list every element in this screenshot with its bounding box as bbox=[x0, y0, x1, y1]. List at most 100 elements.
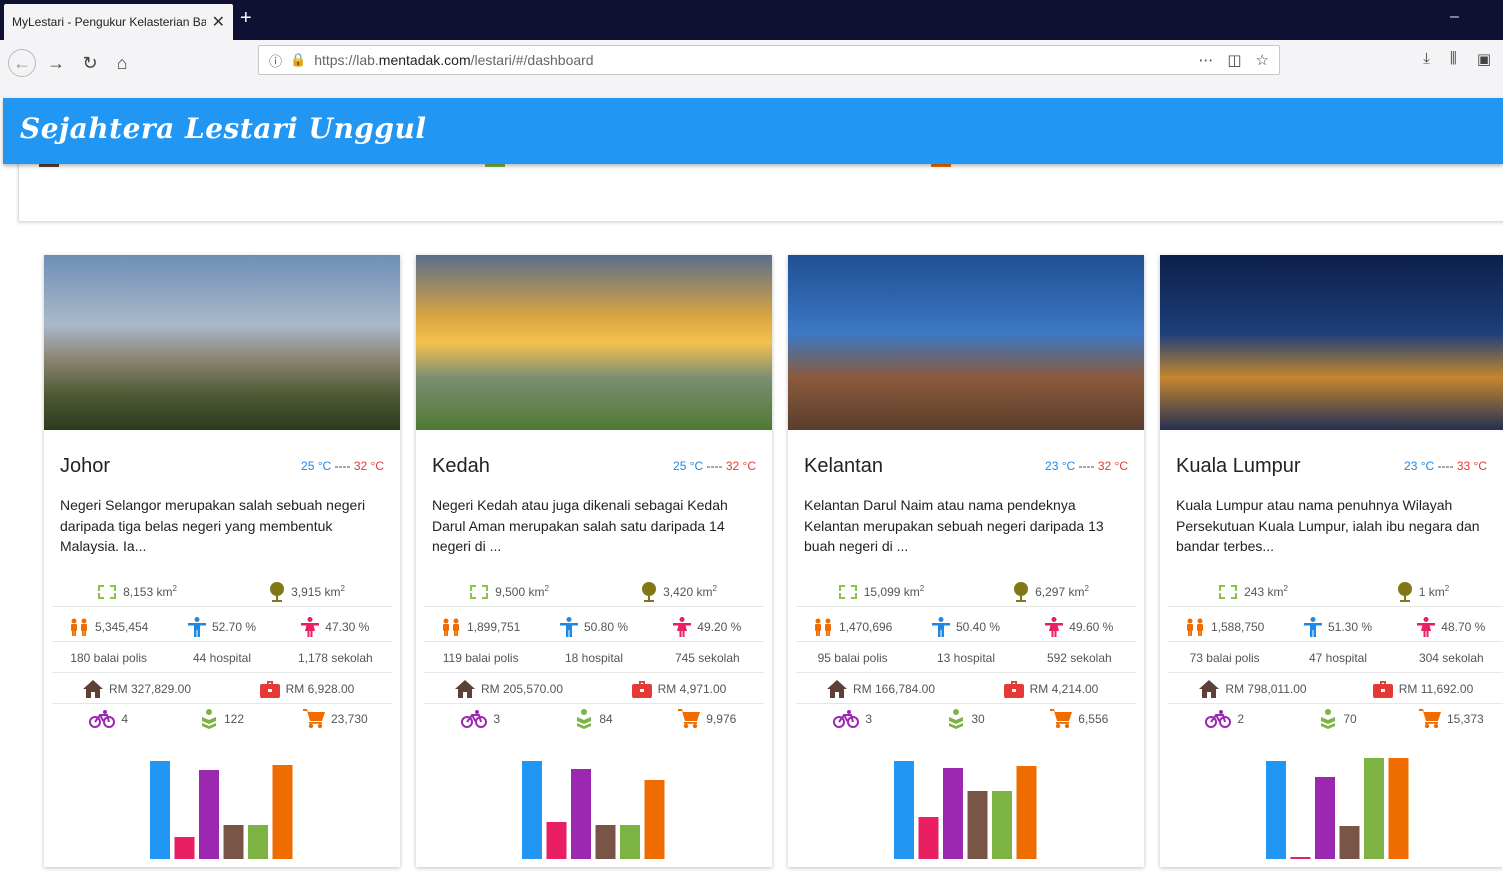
people-icon bbox=[1185, 618, 1205, 636]
female-stat: 49.60 % bbox=[1023, 616, 1136, 637]
temp-min: 25 °C bbox=[673, 459, 704, 473]
female-icon bbox=[673, 616, 692, 637]
expand-icon bbox=[838, 584, 858, 600]
house-price-stat: RM 205,570.00 bbox=[424, 679, 594, 698]
minimize-icon[interactable]: – bbox=[1450, 8, 1459, 26]
female-icon bbox=[301, 616, 320, 637]
stats-row-area: 243 km2 1 km2 bbox=[1168, 577, 1503, 607]
stats-row-facilities: 180 balai polis 44 hospital 1,178 sekola… bbox=[52, 643, 392, 673]
temperature-range: 23 °C ---- 33 °C bbox=[1404, 459, 1487, 473]
park-stat: 30 bbox=[909, 709, 1022, 729]
hospital-stat: 47 hospital bbox=[1308, 650, 1368, 665]
stats-row-population: 1,899,751 50.80 % 49.20 % bbox=[424, 612, 764, 642]
state-card[interactable]: Johor 25 °C ---- 32 °C Negeri Selangor m… bbox=[44, 255, 400, 867]
back-icon[interactable]: ← bbox=[8, 49, 36, 77]
school-stat: 304 sekolah bbox=[1418, 650, 1484, 665]
area-stat: 8,153 km2 bbox=[52, 584, 222, 600]
chart-bar bbox=[992, 791, 1012, 859]
new-tab-icon[interactable]: + bbox=[240, 7, 252, 30]
bookmark-star-icon[interactable]: ☆ bbox=[1256, 51, 1269, 69]
state-photo bbox=[788, 255, 1144, 430]
population-stat: 1,588,750 bbox=[1168, 618, 1281, 636]
expand-icon bbox=[1218, 584, 1238, 600]
chart-bar bbox=[1388, 758, 1409, 859]
income-stat: RM 4,971.00 bbox=[594, 680, 764, 698]
cart-icon bbox=[1418, 709, 1441, 729]
state-bar-chart bbox=[894, 761, 1037, 859]
male-icon bbox=[187, 616, 206, 637]
school-stat: 592 sekolah bbox=[1046, 650, 1112, 665]
forest-stat: 1 km2 bbox=[1338, 581, 1503, 602]
temp-separator: ---- bbox=[1437, 459, 1454, 473]
info-icon[interactable]: ⓘ bbox=[269, 51, 282, 70]
home-icon bbox=[82, 679, 103, 698]
briefcase-icon bbox=[1003, 680, 1024, 698]
population-stat: 1,470,696 bbox=[796, 618, 909, 636]
bike-stat: 4 bbox=[52, 710, 165, 728]
stats-row-area: 8,153 km2 3,915 km2 bbox=[52, 577, 392, 607]
male-stat: 50.40 % bbox=[909, 616, 1022, 637]
url-text[interactable]: https://lab.mentadak.com/lestari/#/dashb… bbox=[314, 52, 593, 68]
people-icon bbox=[813, 618, 833, 636]
state-card[interactable]: Kuala Lumpur 23 °C ---- 33 °C Kuala Lump… bbox=[1160, 255, 1503, 867]
nature-people-icon bbox=[200, 709, 218, 729]
state-bar-chart bbox=[1266, 758, 1409, 859]
shop-stat: 23,730 bbox=[279, 709, 392, 729]
chart-bar bbox=[967, 791, 988, 859]
stats-row-area: 9,500 km2 3,420 km2 bbox=[424, 577, 764, 607]
temp-max: 32 °C bbox=[353, 459, 384, 473]
temp-max: 32 °C bbox=[725, 459, 756, 473]
briefcase-icon bbox=[1372, 680, 1393, 698]
state-description: Negeri Kedah atau juga dikenali sebagai … bbox=[432, 497, 728, 554]
browser-tab[interactable]: MyLestari - Pengukur Kelasterian Ba ✕ bbox=[4, 4, 233, 40]
downloads-icon[interactable]: ⤓ bbox=[1423, 50, 1430, 68]
school-stat: 745 sekolah bbox=[674, 650, 740, 665]
stats-row-population: 5,345,454 52.70 % 47.30 % bbox=[52, 612, 392, 642]
bicycle-icon bbox=[833, 710, 860, 728]
hospital-stat: 13 hospital bbox=[936, 650, 996, 665]
state-name: Kuala Lumpur bbox=[1176, 455, 1301, 477]
temp-min: 25 °C bbox=[301, 459, 332, 473]
shop-stat: 15,373 bbox=[1395, 709, 1503, 729]
stats-row-amenities: 4 122 23,730 bbox=[52, 704, 392, 734]
stats-row-amenities: 3 84 9,976 bbox=[424, 704, 764, 734]
chart-bar bbox=[894, 761, 914, 859]
stats-row-area: 15,099 km2 6,297 km2 bbox=[796, 577, 1136, 607]
state-bar-chart bbox=[150, 761, 293, 859]
state-name: Johor bbox=[60, 455, 111, 477]
chart-bar bbox=[595, 825, 616, 859]
url-actions: ⋯ ◫ ☆ bbox=[1198, 51, 1269, 69]
bicycle-icon bbox=[461, 710, 488, 728]
expand-icon bbox=[97, 584, 117, 600]
forest-stat: 6,297 km2 bbox=[966, 581, 1136, 602]
state-card[interactable]: Kedah 25 °C ---- 32 °C Negeri Kedah atau… bbox=[416, 255, 772, 867]
app-header: Sejahtera Lestari Unggul bbox=[3, 98, 1503, 164]
state-name: Kedah bbox=[432, 455, 490, 477]
address-bar[interactable]: ⓘ 🔒 https://lab.mentadak.com/lestari/#/d… bbox=[258, 45, 1280, 75]
temp-separator: ---- bbox=[334, 459, 351, 473]
pocket-icon[interactable]: ◫ bbox=[1227, 51, 1241, 69]
state-card[interactable]: Kelantan 23 °C ---- 32 °C Kelantan Darul… bbox=[788, 255, 1144, 867]
income-stat: RM 6,928.00 bbox=[222, 680, 392, 698]
temp-max: 32 °C bbox=[1097, 459, 1128, 473]
female-stat: 47.30 % bbox=[279, 616, 392, 637]
library-icon[interactable]: ⫼ bbox=[1450, 50, 1457, 68]
state-photo bbox=[1160, 255, 1503, 430]
income-stat: RM 11,692.00 bbox=[1338, 680, 1503, 698]
chart-bar bbox=[943, 768, 963, 859]
tree-icon bbox=[269, 581, 285, 602]
sidebar-icon[interactable]: ▣ bbox=[1477, 50, 1491, 68]
reload-icon[interactable]: ↻ bbox=[76, 49, 104, 77]
cart-icon bbox=[678, 709, 701, 729]
area-stat: 15,099 km2 bbox=[796, 584, 966, 600]
house-price-stat: RM 798,011.00 bbox=[1168, 679, 1338, 698]
male-stat: 51.30 % bbox=[1281, 616, 1394, 637]
home-icon[interactable]: ⌂ bbox=[108, 49, 136, 77]
park-stat: 122 bbox=[165, 709, 278, 729]
chart-bar bbox=[644, 780, 665, 859]
close-icon[interactable]: ✕ bbox=[212, 12, 225, 32]
female-icon bbox=[1045, 616, 1064, 637]
forward-icon[interactable]: → bbox=[42, 49, 70, 77]
more-icon[interactable]: ⋯ bbox=[1198, 51, 1213, 69]
temp-separator: ---- bbox=[706, 459, 723, 473]
